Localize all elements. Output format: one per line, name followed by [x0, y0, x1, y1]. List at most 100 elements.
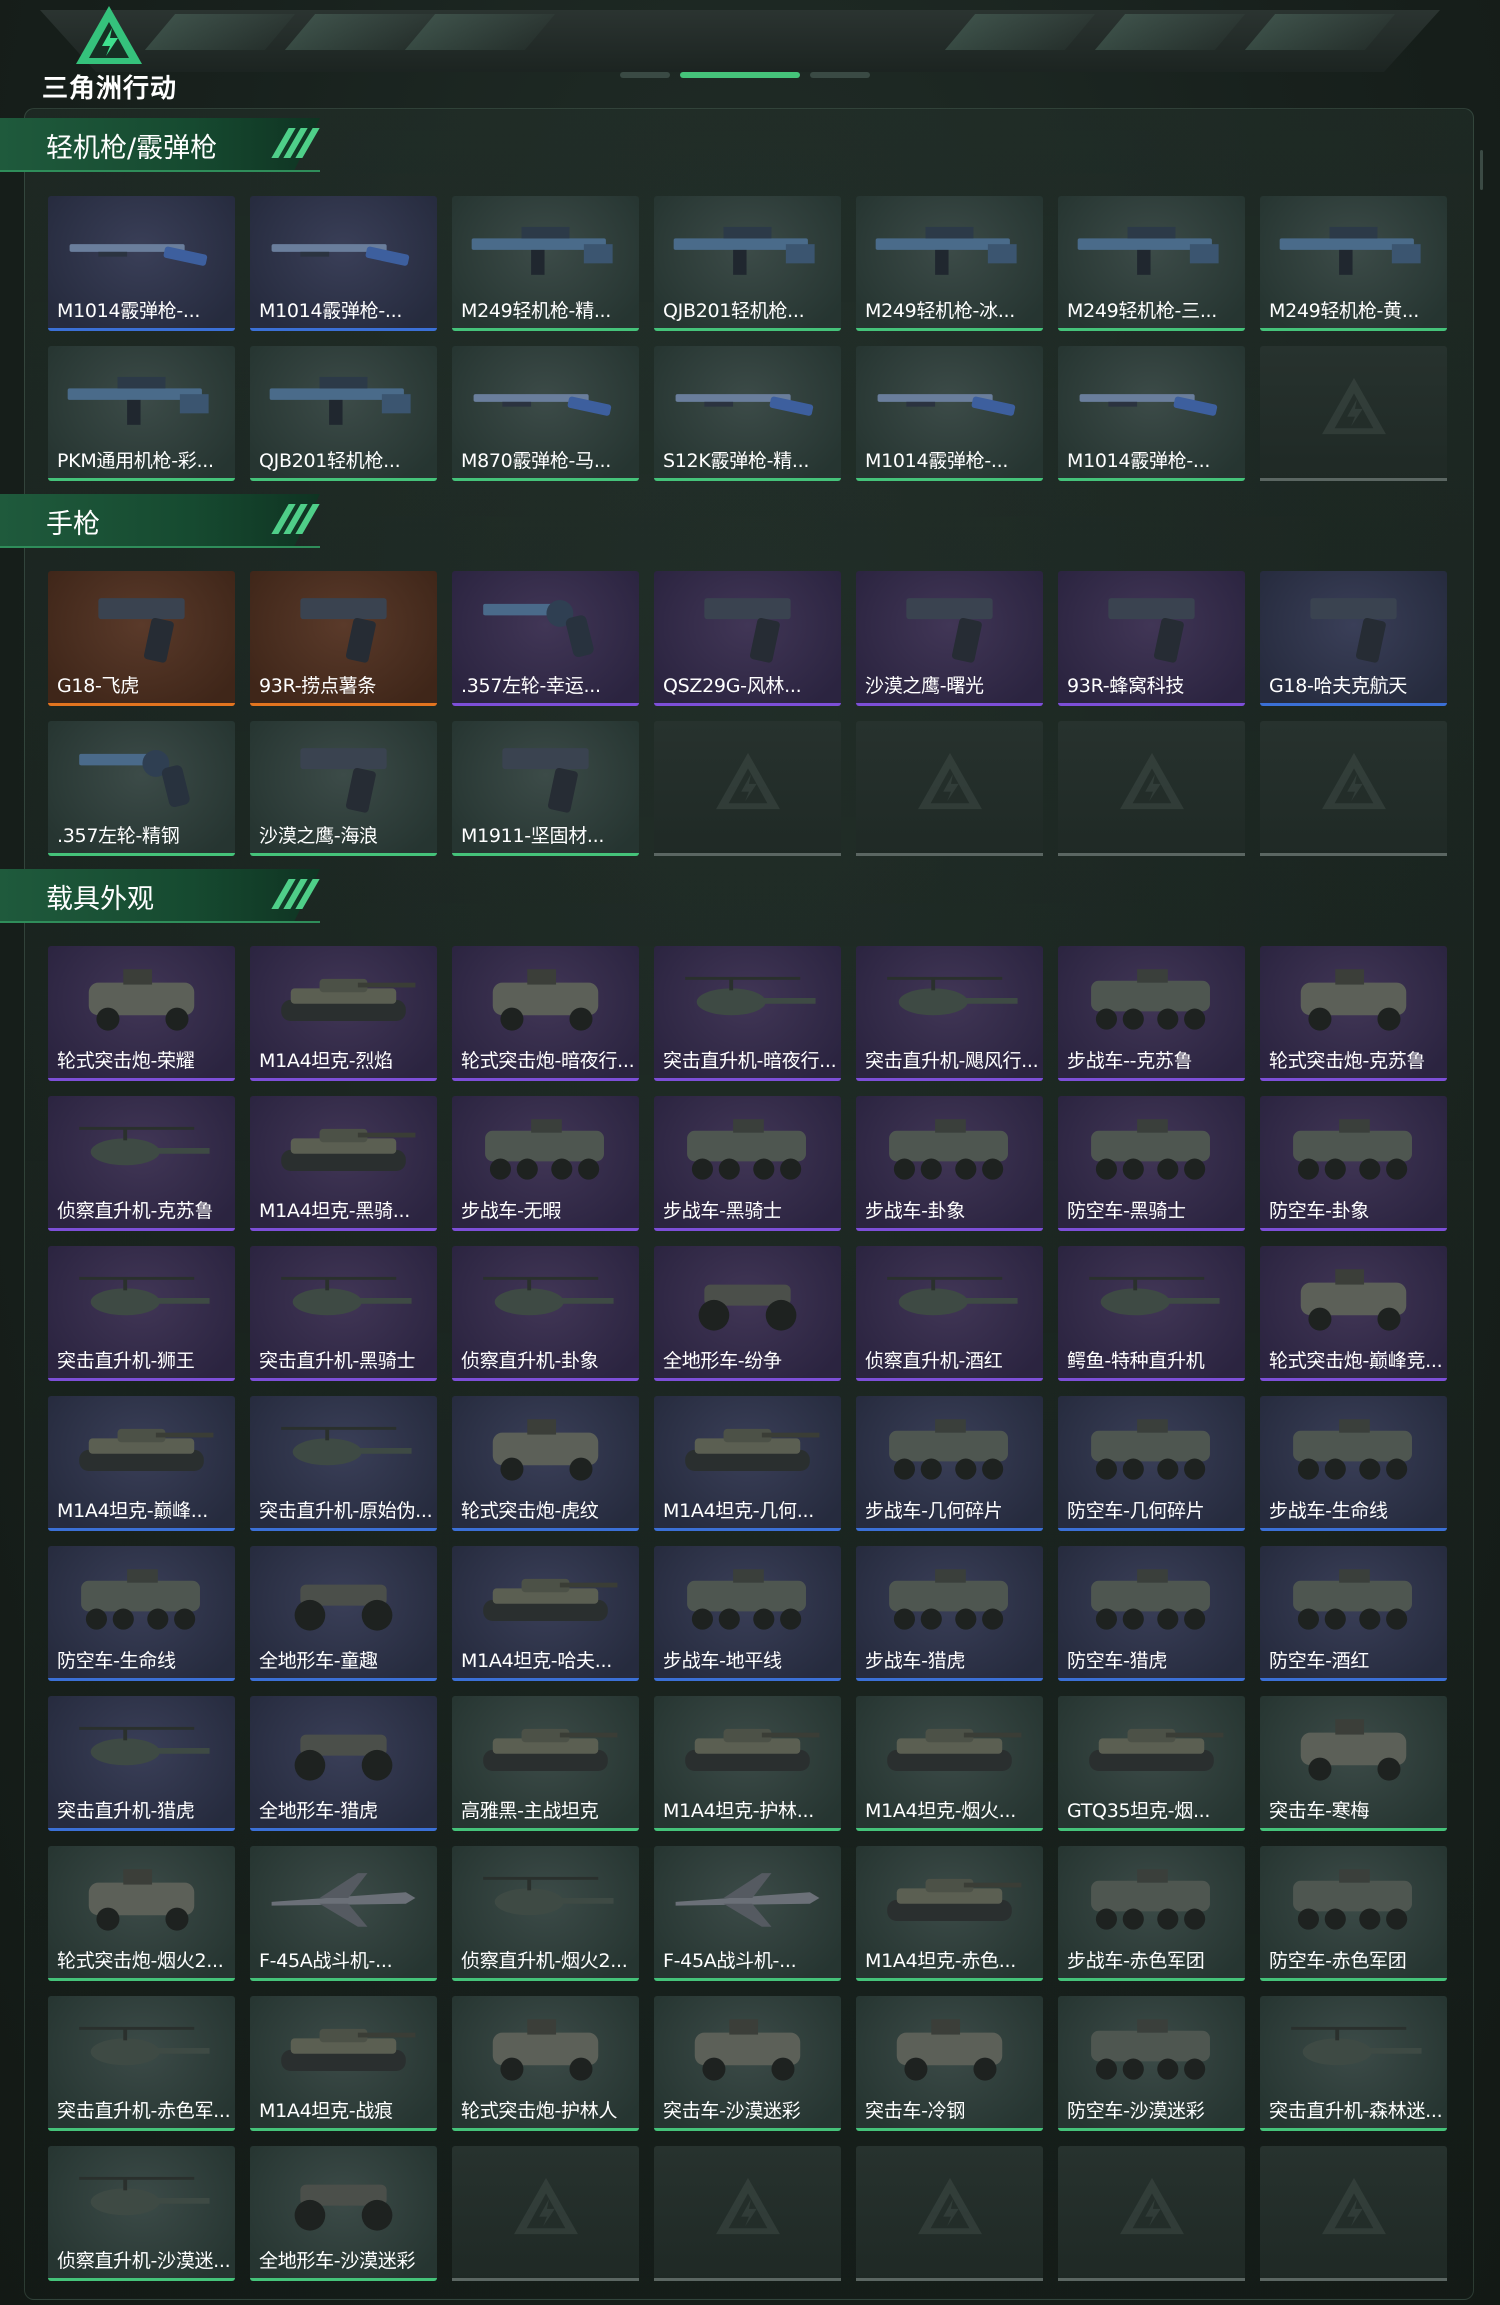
- armored-car-icon: [1300, 1269, 1407, 1331]
- item-card[interactable]: 步战车-生命线: [1260, 1396, 1447, 1531]
- item-card[interactable]: M1A4坦克-巅峰...: [48, 1396, 235, 1531]
- item-card[interactable]: 突击车-沙漠迷彩: [654, 1996, 841, 2131]
- item-card[interactable]: 高雅黑-主战坦克: [452, 1696, 639, 1831]
- item-name: .357左轮-精钢: [57, 825, 180, 847]
- item-card[interactable]: 步战车-无暇: [452, 1096, 639, 1231]
- item-card[interactable]: 鳄鱼-特种直升机: [1058, 1246, 1245, 1381]
- item-card[interactable]: 突击车-寒梅: [1260, 1696, 1447, 1831]
- rarity-bar: [48, 1078, 235, 1081]
- item-card[interactable]: G18-飞虎: [48, 571, 235, 706]
- item-card[interactable]: M249轻机枪-精...: [452, 196, 639, 331]
- shotgun-icon: [69, 244, 208, 266]
- item-card[interactable]: M249轻机枪-黄...: [1260, 196, 1447, 331]
- item-card[interactable]: 步战车-地平线: [654, 1546, 841, 1681]
- item-card[interactable]: M1A4坦克-烟火...: [856, 1696, 1043, 1831]
- item-card[interactable]: 突击直升机-飓风行...: [856, 946, 1043, 1081]
- item-card[interactable]: 突击直升机-原始伪...: [250, 1396, 437, 1531]
- item-card[interactable]: 步战车-猎虎: [856, 1546, 1043, 1681]
- item-name: 防空车-酒红: [1269, 1650, 1370, 1672]
- item-card[interactable]: M1A4坦克-几何...: [654, 1396, 841, 1531]
- item-card[interactable]: M1A4坦克-黑骑...: [250, 1096, 437, 1231]
- rarity-bar: [1058, 1078, 1245, 1081]
- item-card[interactable]: 防空车-黑骑士: [1058, 1096, 1245, 1231]
- item-card[interactable]: .357左轮-幸运...: [452, 571, 639, 706]
- item-card[interactable]: QJB201轻机枪...: [654, 196, 841, 331]
- item-card[interactable]: 全地形车-童趣: [250, 1546, 437, 1681]
- item-card[interactable]: 突击直升机-黑骑士: [250, 1246, 437, 1381]
- item-card[interactable]: 轮式突击炮-暗夜行...: [452, 946, 639, 1081]
- empty-slot: [856, 2146, 1043, 2281]
- rarity-bar: [856, 1978, 1043, 1981]
- item-card[interactable]: 沙漠之鹰-海浪: [250, 721, 437, 856]
- item-card[interactable]: S12K霰弹枪-精...: [654, 346, 841, 481]
- item-card[interactable]: 防空车-几何碎片: [1058, 1396, 1245, 1531]
- item-card[interactable]: 步战车-几何碎片: [856, 1396, 1043, 1531]
- item-card[interactable]: 突击直升机-赤色军...: [48, 1996, 235, 2131]
- item-card[interactable]: M1A4坦克-护林...: [654, 1696, 841, 1831]
- item-card[interactable]: 突击直升机-森林迷...: [1260, 1996, 1447, 2131]
- rarity-bar: [654, 478, 841, 481]
- item-card[interactable]: 步战车-赤色军团: [1058, 1846, 1245, 1981]
- item-card[interactable]: 防空车-猎虎: [1058, 1546, 1245, 1681]
- item-card[interactable]: 步战车--克苏鲁: [1058, 946, 1245, 1081]
- item-card[interactable]: 突击直升机-猎虎: [48, 1696, 235, 1831]
- item-card[interactable]: G18-哈夫克航天: [1260, 571, 1447, 706]
- item-card[interactable]: .357左轮-精钢: [48, 721, 235, 856]
- item-card[interactable]: 防空车-酒红: [1260, 1546, 1447, 1681]
- rarity-bar: [452, 1378, 639, 1381]
- item-card[interactable]: 步战车-卦象: [856, 1096, 1043, 1231]
- item-name: M1A4坦克-巅峰...: [57, 1500, 208, 1522]
- item-card[interactable]: M1014霰弹枪-...: [1058, 346, 1245, 481]
- item-card[interactable]: QSZ29G-风林...: [654, 571, 841, 706]
- item-card[interactable]: 全地形车-猎虎: [250, 1696, 437, 1831]
- item-card[interactable]: 93R-蜂窝科技: [1058, 571, 1245, 706]
- item-card[interactable]: 沙漠之鹰-曙光: [856, 571, 1043, 706]
- helicopter-icon: [887, 1276, 1018, 1316]
- item-card[interactable]: 防空车-沙漠迷彩: [1058, 1996, 1245, 2131]
- item-card[interactable]: M1A4坦克-哈夫...: [452, 1546, 639, 1681]
- item-card[interactable]: 侦察直升机-克苏鲁: [48, 1096, 235, 1231]
- item-card[interactable]: 侦察直升机-卦象: [452, 1246, 639, 1381]
- item-card[interactable]: 侦察直升机-酒红: [856, 1246, 1043, 1381]
- item-card[interactable]: F-45A战斗机-...: [250, 1846, 437, 1981]
- item-card[interactable]: F-45A战斗机-...: [654, 1846, 841, 1981]
- item-card[interactable]: M1A4坦克-烈焰: [250, 946, 437, 1081]
- item-card[interactable]: 轮式突击炮-巅峰竞...: [1260, 1246, 1447, 1381]
- item-card[interactable]: 侦察直升机-烟火2...: [452, 1846, 639, 1981]
- rarity-bar: [1260, 1528, 1447, 1531]
- item-card[interactable]: 突击直升机-暗夜行...: [654, 946, 841, 1081]
- item-card[interactable]: 轮式突击炮-护林人: [452, 1996, 639, 2131]
- item-card[interactable]: M1911-坚固材...: [452, 721, 639, 856]
- item-name: 防空车-几何碎片: [1067, 1500, 1205, 1522]
- item-card[interactable]: M249轻机枪-三...: [1058, 196, 1245, 331]
- item-card[interactable]: 防空车-卦象: [1260, 1096, 1447, 1231]
- item-card[interactable]: M1014霰弹枪-...: [48, 196, 235, 331]
- item-card[interactable]: 防空车-赤色军团: [1260, 1846, 1447, 1981]
- item-card[interactable]: M1014霰弹枪-...: [856, 346, 1043, 481]
- item-card[interactable]: M870霰弹枪-马...: [452, 346, 639, 481]
- item-name: 突击车-沙漠迷彩: [663, 2100, 801, 2122]
- item-card[interactable]: M1A4坦克-赤色...: [856, 1846, 1043, 1981]
- item-card[interactable]: 步战车-黑骑士: [654, 1096, 841, 1231]
- item-card[interactable]: 轮式突击炮-克苏鲁: [1260, 946, 1447, 1081]
- atv-icon: [294, 2184, 393, 2231]
- item-card[interactable]: 突击直升机-狮王: [48, 1246, 235, 1381]
- item-card[interactable]: PKM通用机枪-彩...: [48, 346, 235, 481]
- item-card[interactable]: M249轻机枪-冰...: [856, 196, 1043, 331]
- item-card[interactable]: 93R-捞点薯条: [250, 571, 437, 706]
- item-card[interactable]: 全地形车-沙漠迷彩: [250, 2146, 437, 2281]
- item-card[interactable]: GTQ35坦克-烟...: [1058, 1696, 1245, 1831]
- item-card[interactable]: M1014霰弹枪-...: [250, 196, 437, 331]
- rarity-bar: [250, 703, 437, 706]
- item-card[interactable]: 轮式突击炮-虎纹: [452, 1396, 639, 1531]
- item-card[interactable]: 轮式突击炮-烟火2...: [48, 1846, 235, 1981]
- item-card[interactable]: 轮式突击炮-荣耀: [48, 946, 235, 1081]
- item-card[interactable]: 突击车-冷钢: [856, 1996, 1043, 2131]
- item-card[interactable]: M1A4坦克-战痕: [250, 1996, 437, 2131]
- item-card[interactable]: 全地形车-纷争: [654, 1246, 841, 1381]
- item-card[interactable]: 防空车-生命线: [48, 1546, 235, 1681]
- rarity-bar: [250, 2128, 437, 2131]
- item-card[interactable]: QJB201轻机枪...: [250, 346, 437, 481]
- scrollbar[interactable]: [1480, 150, 1483, 190]
- item-card[interactable]: 侦察直升机-沙漠迷...: [48, 2146, 235, 2281]
